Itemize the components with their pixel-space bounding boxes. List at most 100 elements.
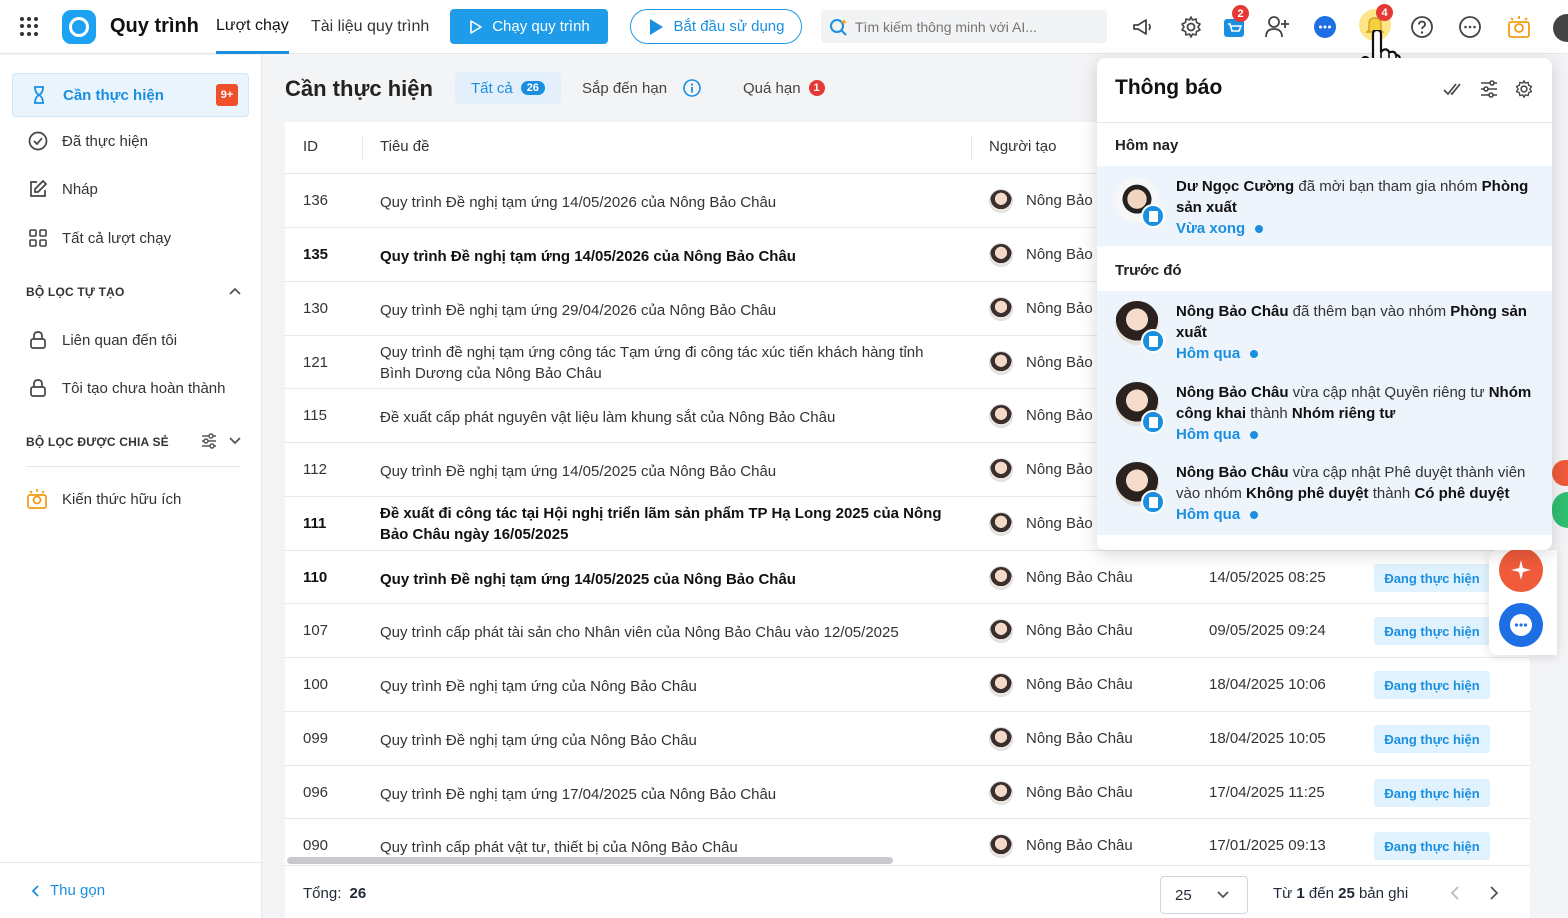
notification-item[interactable]: Nông Bảo Châu vừa cập nhật Quyền riêng t… — [1097, 372, 1552, 452]
sidebar-item-knowledge[interactable]: Kiến thức hữu ích — [12, 477, 249, 521]
megaphone-icon[interactable] — [1129, 13, 1157, 41]
status-badge: Đang thực hiện — [1374, 617, 1490, 645]
info-icon[interactable] — [683, 79, 701, 97]
row-title[interactable]: Quy trình Đề nghị tạm ứng 29/04/2026 của… — [380, 300, 950, 321]
status-badge: Đang thực hiện — [1374, 671, 1490, 699]
notification-text: Nông Bảo Châu vừa cập nhật Quyền riêng t… — [1176, 384, 1532, 422]
side-widget-icon[interactable] — [1552, 492, 1568, 528]
filter-tab-all[interactable]: Tất cả 26 — [455, 72, 561, 104]
sidebar-item-label: Liên quan đến tôi — [62, 331, 178, 349]
row-id: 096 — [303, 784, 329, 801]
column-id[interactable]: ID — [303, 138, 318, 155]
row-creator: Nông Bảo — [1026, 515, 1093, 532]
row-date: 09/05/2025 09:24 — [1209, 622, 1326, 639]
filter-tab-label: Sắp đến hạn — [582, 79, 668, 97]
page-size-select[interactable]: 25 — [1160, 876, 1248, 914]
prev-page-icon[interactable] — [1449, 885, 1461, 901]
row-date: 17/04/2025 11:25 — [1209, 784, 1325, 801]
row-title[interactable]: Quy trình Đề nghị tạm ứng của Nông Bảo C… — [380, 730, 950, 751]
column-title[interactable]: Tiêu đề — [380, 138, 429, 155]
side-widget-icon[interactable] — [1552, 460, 1568, 486]
column-creator[interactable]: Người tạo — [989, 138, 1056, 155]
row-creator: Nông Bảo — [1026, 192, 1093, 209]
notification-item[interactable]: Nông Bảo Châu vừa cập nhật Phê duyệt thà… — [1097, 452, 1552, 532]
collapse-label: Thu gọn — [50, 882, 106, 899]
table-row[interactable]: 096 Quy trình Đề nghị tạm ứng 17/04/2025 … — [285, 766, 1530, 819]
get-started-button[interactable]: Bắt đầu sử dụng — [630, 9, 802, 44]
search-input[interactable] — [855, 18, 1095, 35]
table-row[interactable]: 107 Quy trình cấp phát tài sản cho Nhân v… — [285, 604, 1530, 658]
row-title[interactable]: Quy trình Đề nghị tạm ứng 14/05/2026 của… — [380, 192, 950, 213]
sidebar-item-done[interactable]: Đã thực hiện — [12, 119, 249, 163]
avatar — [989, 512, 1013, 536]
app-grid-icon[interactable] — [20, 16, 40, 37]
cart-badge: 2 — [1232, 5, 1249, 22]
row-title[interactable]: Quy trình Đề nghị tạm ứng 14/05/2026 của… — [380, 246, 950, 267]
group-doc-icon — [1141, 490, 1165, 514]
row-title[interactable]: Quy trình Đề nghị tạm ứng 14/05/2025 của… — [380, 569, 950, 590]
sidebar-item-related-to-me[interactable]: Liên quan đến tôi — [12, 318, 249, 362]
shared-filters-heading: BỘ LỌC ĐƯỢC CHIA SẺ — [26, 435, 169, 449]
run-process-button[interactable]: Chạy quy trình — [450, 9, 608, 44]
row-title[interactable]: Đề xuất đi công tác tại Hội nghị triển l… — [380, 503, 950, 545]
smart-search[interactable] — [821, 10, 1107, 43]
row-title[interactable]: Quy trình Đề nghị tạm ứng 17/04/2025 của… — [380, 784, 950, 805]
row-creator: Nông Bảo — [1026, 407, 1093, 424]
table-row[interactable]: 099 Quy trình Đề nghị tạm ứng của Nông Bả… — [285, 712, 1530, 766]
row-title[interactable]: Quy trình đề nghị tạm ứng công tác Tạm ứ… — [380, 342, 950, 384]
sidebar-item-created-incomplete[interactable]: Tôi tạo chưa hoàn thành — [12, 366, 249, 410]
filter-tab-due-soon[interactable]: Sắp đến hạn — [566, 72, 717, 104]
notification-item[interactable]: Nông Bảo Châu đã thêm bạn vào nhóm Phòng… — [1097, 291, 1552, 371]
mark-all-read-icon[interactable] — [1443, 80, 1465, 98]
sidebar-item-to-do[interactable]: Cần thực hiện 9+ — [12, 73, 249, 117]
earlier-heading: Trước đó — [1115, 262, 1182, 279]
chat-icon[interactable] — [1311, 13, 1339, 41]
ai-search-icon — [830, 18, 847, 36]
avatar — [989, 834, 1013, 858]
status-badge: Đang thực hiện — [1374, 779, 1490, 807]
table-row[interactable]: 100 Quy trình Đề nghị tạm ứng của Nông Bả… — [285, 658, 1530, 712]
group-doc-icon — [1141, 329, 1165, 353]
table-row[interactable]: 110 Quy trình Đề nghị tạm ứng 14/05/2025 … — [285, 551, 1530, 604]
tab-runs[interactable]: Lượt chạy — [216, 0, 289, 54]
row-title[interactable]: Quy trình cấp phát vật tư, thiết bị của … — [380, 837, 950, 858]
row-creator: Nông Bảo — [1026, 461, 1093, 478]
avatar — [989, 189, 1013, 213]
total-count: 26 — [349, 885, 367, 902]
avatar — [989, 619, 1013, 643]
chevron-down-icon[interactable] — [228, 436, 242, 446]
today-heading: Hôm nay — [1115, 137, 1179, 154]
more-options-icon[interactable] — [1456, 13, 1484, 41]
settings-gear-icon[interactable] — [1514, 79, 1534, 99]
filter-settings-icon[interactable] — [200, 432, 218, 450]
page-title: Cần thực hiện — [285, 76, 433, 101]
notification-item[interactable]: Dư Ngọc Cường đã mời bạn tham gia nhóm P… — [1097, 166, 1552, 246]
row-title[interactable]: Quy trình cấp phát tài sản cho Nhân viên… — [380, 622, 950, 643]
row-title[interactable]: Quy trình Đề nghị tạm ứng của Nông Bảo C… — [380, 676, 950, 697]
add-user-icon[interactable] — [1263, 13, 1291, 41]
ai-assistant-icon[interactable] — [1499, 548, 1543, 592]
avatar — [989, 781, 1013, 805]
filter-sliders-icon[interactable] — [1479, 79, 1499, 99]
chevron-up-icon[interactable] — [228, 286, 242, 296]
next-page-icon[interactable] — [1488, 885, 1500, 901]
sidebar-item-draft[interactable]: Nháp — [12, 167, 249, 211]
row-title[interactable]: Quy trình Đề nghị tạm ứng 14/05/2025 của… — [380, 461, 950, 482]
store-cart-icon[interactable]: 2 — [1220, 5, 1249, 41]
status-badge: Đang thực hiện — [1374, 725, 1490, 753]
row-id: 115 — [303, 407, 327, 424]
lock-icon — [30, 331, 46, 349]
row-title[interactable]: Đề xuất cấp phát nguyên vật liệu làm khu… — [380, 407, 950, 428]
play-icon — [649, 18, 663, 35]
row-id: 135 — [303, 246, 329, 263]
collapse-sidebar-button[interactable]: Thu gọn — [0, 862, 262, 918]
support-chat-icon[interactable] — [1499, 603, 1543, 647]
horizontal-scrollbar[interactable] — [287, 857, 893, 864]
settings-gear-icon[interactable] — [1177, 13, 1205, 41]
filter-tab-overdue[interactable]: Quá hạn 1 — [727, 72, 841, 104]
tab-process-docs[interactable]: Tài liệu quy trình — [311, 0, 429, 54]
knowledge-lightbulb-icon[interactable] — [1505, 13, 1533, 41]
avatar — [989, 727, 1013, 751]
help-icon[interactable] — [1408, 13, 1436, 41]
sidebar-item-all-runs[interactable]: Tất cả lượt chạy — [12, 216, 249, 260]
